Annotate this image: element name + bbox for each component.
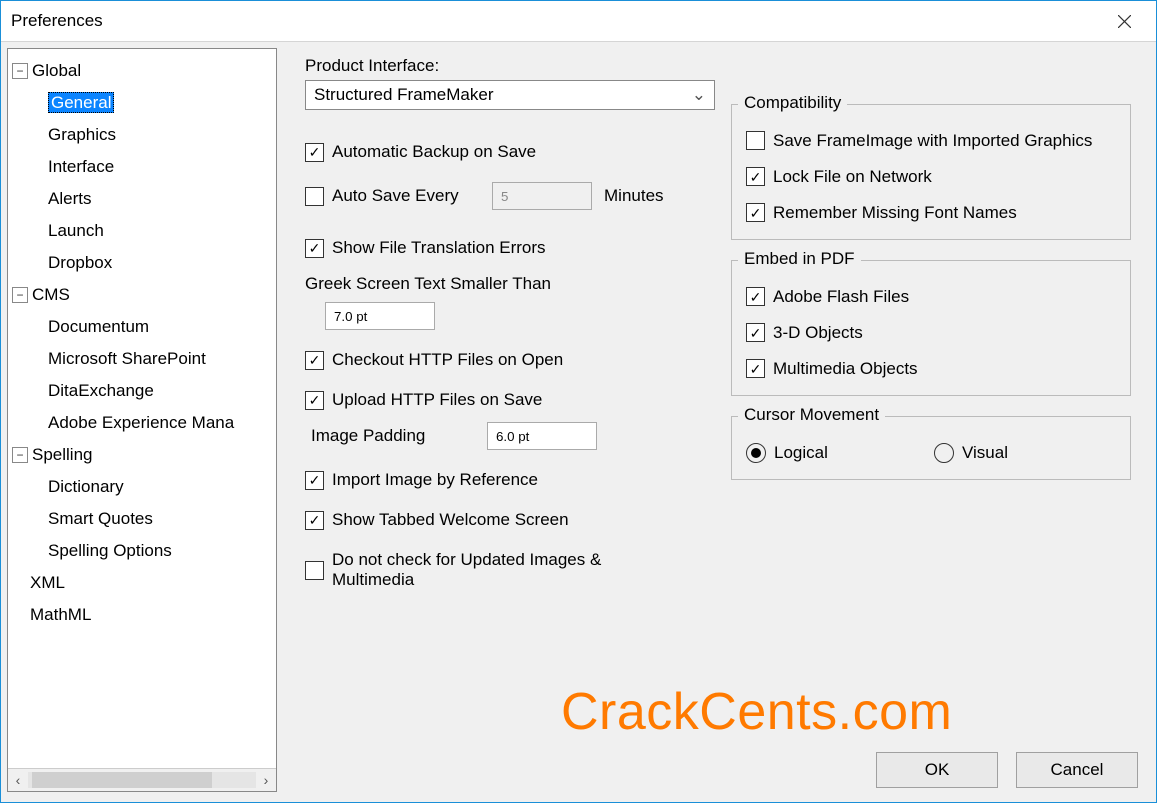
- checkbox-label: Auto Save Every: [332, 186, 492, 206]
- group-legend: Cursor Movement: [738, 405, 885, 425]
- cursor-visual-radio[interactable]: [934, 443, 954, 463]
- tree-item-ditaexchange[interactable]: DitaExchange: [8, 375, 276, 407]
- tree-item-dictionary[interactable]: Dictionary: [8, 471, 276, 503]
- product-interface-label: Product Interface:: [305, 56, 1156, 76]
- automatic-backup-checkbox[interactable]: [305, 143, 324, 162]
- collapse-icon[interactable]: −: [12, 63, 28, 79]
- radio-label: Visual: [962, 443, 1008, 463]
- auto-save-minutes-input[interactable]: [492, 182, 592, 210]
- tree-item-dropbox[interactable]: Dropbox: [8, 247, 276, 279]
- radio-label: Logical: [774, 443, 934, 463]
- tree-item-smart-quotes[interactable]: Smart Quotes: [8, 503, 276, 535]
- no-update-check-checkbox[interactable]: [305, 561, 324, 580]
- lock-file-checkbox[interactable]: [746, 167, 765, 186]
- save-frameimage-checkbox[interactable]: [746, 131, 765, 150]
- collapse-icon[interactable]: −: [12, 447, 28, 463]
- chevron-down-icon: ⌄: [692, 85, 706, 105]
- scroll-track[interactable]: [28, 772, 256, 788]
- checkbox-label: Do not check for Updated Images & Multim…: [332, 550, 652, 590]
- tree-item-aem[interactable]: Adobe Experience Mana: [8, 407, 276, 439]
- checkbox-label: Adobe Flash Files: [773, 287, 909, 307]
- tree-group-label: MathML: [30, 599, 91, 631]
- category-tree-pane: − Global General Graphics Interface Aler…: [7, 48, 277, 792]
- tree-group-spelling[interactable]: − Spelling: [8, 439, 276, 471]
- checkbox-label: Checkout HTTP Files on Open: [332, 350, 563, 370]
- greek-text-input[interactable]: [325, 302, 435, 330]
- greek-text-label: Greek Screen Text Smaller Than: [305, 274, 551, 294]
- cursor-movement-group: Cursor Movement Logical Visual: [731, 416, 1131, 480]
- tree-item-spelling-options[interactable]: Spelling Options: [8, 535, 276, 567]
- select-value: Structured FrameMaker: [314, 85, 494, 105]
- upload-http-checkbox[interactable]: [305, 391, 324, 410]
- titlebar: Preferences: [1, 1, 1156, 42]
- right-column: Compatibility Save FrameImage with Impor…: [731, 104, 1131, 500]
- category-tree[interactable]: − Global General Graphics Interface Aler…: [8, 49, 276, 768]
- auto-save-checkbox[interactable]: [305, 187, 324, 206]
- scroll-thumb[interactable]: [32, 772, 212, 788]
- checkbox-label: Multimedia Objects: [773, 359, 918, 379]
- tree-group-label: Spelling: [32, 439, 93, 471]
- tree-group-xml[interactable]: XML: [8, 567, 276, 599]
- checkbox-label: Show File Translation Errors: [332, 238, 546, 258]
- tree-group-mathml[interactable]: MathML: [8, 599, 276, 631]
- ok-button[interactable]: OK: [876, 752, 998, 788]
- minutes-label: Minutes: [604, 186, 664, 206]
- tree-item-documentum[interactable]: Documentum: [8, 311, 276, 343]
- checkbox-label: Remember Missing Font Names: [773, 203, 1017, 223]
- scroll-right-icon[interactable]: ›: [256, 772, 276, 788]
- dialog-body: − Global General Graphics Interface Aler…: [1, 42, 1156, 802]
- tree-item-launch[interactable]: Launch: [8, 215, 276, 247]
- show-translation-errors-checkbox[interactable]: [305, 239, 324, 258]
- checkbox-label: Automatic Backup on Save: [332, 142, 536, 162]
- group-legend: Compatibility: [738, 93, 847, 113]
- tree-horizontal-scrollbar[interactable]: ‹ ›: [8, 768, 276, 791]
- window-title: Preferences: [11, 11, 103, 31]
- image-padding-label: Image Padding: [311, 426, 487, 446]
- scroll-left-icon[interactable]: ‹: [8, 772, 28, 788]
- tree-item-graphics[interactable]: Graphics: [8, 119, 276, 151]
- tree-group-label: XML: [30, 567, 65, 599]
- image-padding-input[interactable]: [487, 422, 597, 450]
- embed-pdf-group: Embed in PDF Adobe Flash Files 3-D Objec…: [731, 260, 1131, 396]
- group-legend: Embed in PDF: [738, 249, 861, 269]
- tree-item-general[interactable]: General: [8, 87, 276, 119]
- checkbox-label: Upload HTTP Files on Save: [332, 390, 542, 410]
- embed-3d-checkbox[interactable]: [746, 323, 765, 342]
- tree-item-interface[interactable]: Interface: [8, 151, 276, 183]
- product-interface-select[interactable]: Structured FrameMaker ⌄: [305, 80, 715, 110]
- cancel-button[interactable]: Cancel: [1016, 752, 1138, 788]
- tabbed-welcome-checkbox[interactable]: [305, 511, 324, 530]
- close-button[interactable]: [1102, 1, 1146, 41]
- collapse-icon[interactable]: −: [12, 287, 28, 303]
- checkbox-label: 3-D Objects: [773, 323, 863, 343]
- tree-group-label: Global: [32, 55, 81, 87]
- tree-group-global[interactable]: − Global: [8, 55, 276, 87]
- tree-group-label: CMS: [32, 279, 70, 311]
- checkbox-label: Show Tabbed Welcome Screen: [332, 510, 569, 530]
- checkbox-label: Lock File on Network: [773, 167, 932, 187]
- preferences-window: Preferences − Global General Graphics In…: [0, 0, 1157, 803]
- tree-item-sharepoint[interactable]: Microsoft SharePoint: [8, 343, 276, 375]
- checkbox-label: Import Image by Reference: [332, 470, 538, 490]
- checkbox-label: Save FrameImage with Imported Graphics: [773, 131, 1092, 151]
- embed-flash-checkbox[interactable]: [746, 287, 765, 306]
- dialog-button-bar: OK Cancel: [876, 752, 1138, 788]
- tree-group-cms[interactable]: − CMS: [8, 279, 276, 311]
- cursor-logical-radio[interactable]: [746, 443, 766, 463]
- import-by-reference-checkbox[interactable]: [305, 471, 324, 490]
- checkout-http-checkbox[interactable]: [305, 351, 324, 370]
- close-icon: [1118, 15, 1131, 28]
- tree-item-alerts[interactable]: Alerts: [8, 183, 276, 215]
- remember-fonts-checkbox[interactable]: [746, 203, 765, 222]
- embed-multimedia-checkbox[interactable]: [746, 359, 765, 378]
- compatibility-group: Compatibility Save FrameImage with Impor…: [731, 104, 1131, 240]
